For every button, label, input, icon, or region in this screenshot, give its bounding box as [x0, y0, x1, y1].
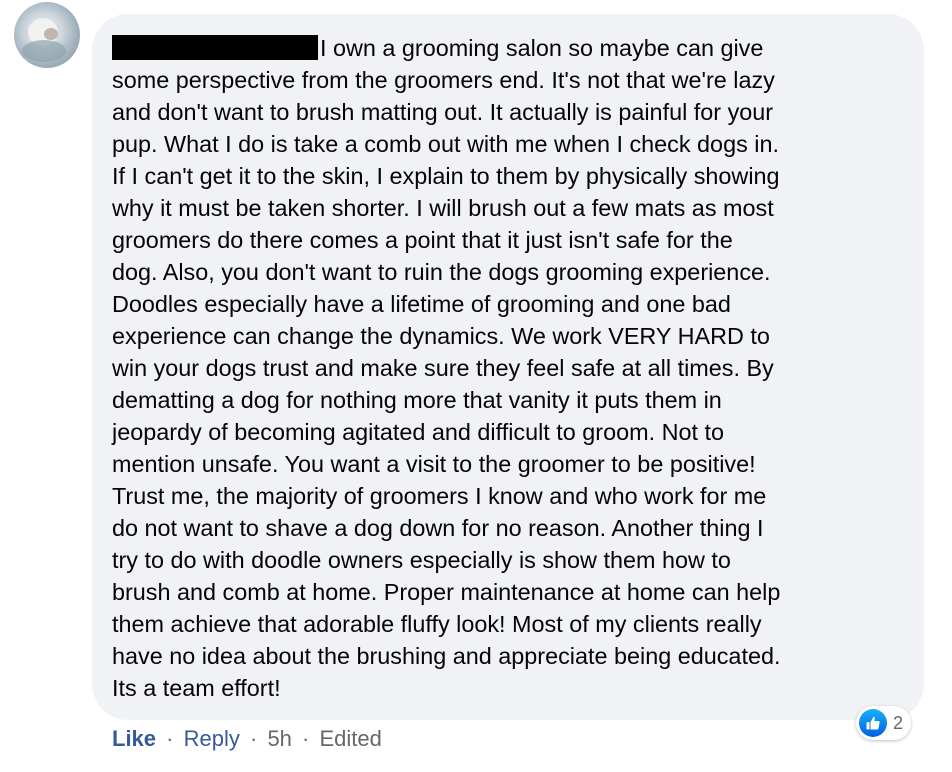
comment-line: Doodles especially have a lifetime of gr… [112, 291, 731, 317]
comment-line: why it must be taken shorter. I will bru… [112, 195, 774, 221]
comment-line: pup. What I do is take a comb out with m… [112, 131, 779, 157]
comment-line: jeopardy of becoming agitated and diffic… [112, 419, 724, 445]
reply-button[interactable]: Reply [184, 726, 240, 751]
comment-line: experience can change the dynamics. We w… [112, 323, 770, 349]
avatar[interactable] [14, 2, 80, 68]
comment-actions: Like · Reply · 5h · Edited [112, 724, 382, 754]
like-button[interactable]: Like [112, 726, 156, 751]
comment-line: I own a grooming salon so maybe can give [112, 32, 900, 64]
comment-timestamp[interactable]: 5h [267, 726, 291, 751]
comment-line: have no idea about the brushing and appr… [112, 643, 781, 669]
reaction-count: 2 [893, 712, 904, 733]
comment-line: groomers do there comes a point that it … [112, 227, 733, 253]
comment-line: and don't want to brush matting out. It … [112, 99, 774, 125]
comment-bubble: I own a grooming salon so maybe can give… [92, 14, 924, 720]
comment-line: Its a team effort! [112, 675, 281, 701]
comment-line: do not want to shave a dog down for no r… [112, 515, 764, 541]
comment-line: brush and comb at home. Proper maintenan… [112, 579, 781, 605]
separator: · [249, 726, 258, 751]
comment-line: Trust me, the majority of groomers I kno… [112, 483, 767, 509]
comment-line: mention unsafe. You want a visit to the … [112, 451, 756, 477]
comment-line: them achieve that adorable fluffy look! … [112, 611, 762, 637]
comment-line: win your dogs trust and make sure they f… [112, 355, 774, 381]
comment-line: some perspective from the groomers end. … [112, 67, 775, 93]
redacted-author-name [112, 35, 318, 60]
comment-line: dematting a dog for nothing more that va… [112, 387, 722, 413]
avatar-image-detail [44, 28, 58, 40]
comment-line: If I can't get it to the skin, I explain… [112, 163, 780, 189]
avatar-image-detail [22, 40, 66, 62]
reaction-summary[interactable]: 2 [856, 706, 912, 740]
comment-body: I own a grooming salon so maybe can give… [112, 32, 900, 704]
comment-line: try to do with doodle owners especially … [112, 547, 731, 573]
edited-label[interactable]: Edited [320, 726, 382, 751]
comment-line: dog. Also, you don't want to ruin the do… [112, 259, 771, 285]
separator: · [166, 726, 174, 751]
thumbs-up-icon [859, 709, 887, 737]
separator: · [302, 726, 310, 751]
